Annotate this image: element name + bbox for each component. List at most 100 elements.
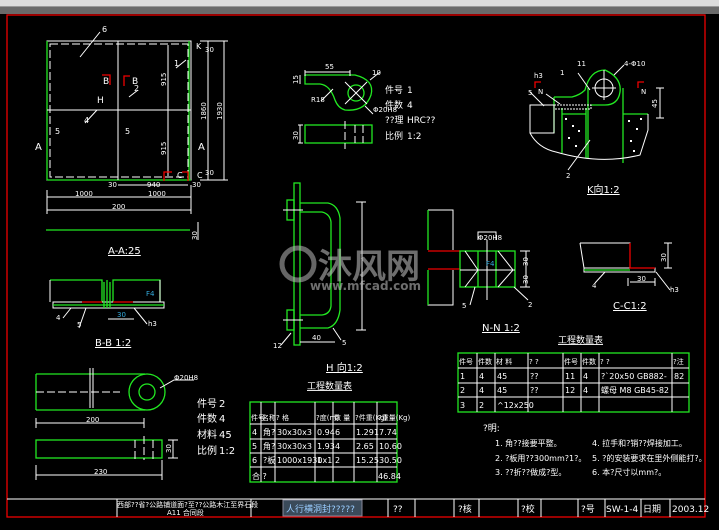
table-cell: 10.60 — [379, 442, 402, 451]
bb-label: F4 — [146, 290, 155, 298]
note-item: 5. ?的安装要求在里外侧能打?。 — [592, 453, 707, 463]
part1-dim: 15 — [292, 75, 300, 84]
dim-1000: 1000 — [148, 190, 166, 198]
table-cell: ?? — [530, 386, 539, 395]
part2-spec: 件号 2 件数 4 材料 45 比例 1:2 — [197, 398, 235, 457]
part1-dim: 30 — [292, 131, 300, 140]
table-cell: 3 — [460, 401, 465, 410]
table-header: ? ? — [600, 358, 610, 366]
table-cell: 6 — [335, 428, 340, 437]
plan-label: 1 — [174, 59, 179, 68]
table-cell: 15.25 — [356, 456, 379, 465]
part2-hole-label: Φ20H8 — [174, 374, 198, 382]
k-label: 4-Φ10 — [624, 60, 645, 68]
svg-text:4: 4 — [219, 414, 225, 425]
notes-title: ?明: — [483, 423, 500, 434]
plan-label: A — [198, 142, 205, 153]
dim-1930: 1930 — [216, 102, 224, 120]
table-cell: 1 — [460, 372, 465, 381]
svg-text:45: 45 — [219, 430, 232, 441]
h-label: 12 — [273, 342, 282, 350]
part2-dim: 200 — [86, 416, 99, 424]
table-header: 名称 — [262, 413, 276, 422]
cad-drawing-canvas[interactable]: 6 1 2 4 5 5 H B B A A C C K 915 915 1860… — [0, 0, 719, 530]
svg-text:??理: ??理 — [385, 115, 404, 126]
project-name: 西部??省?公路铺道面?至??公路木江至界石段 — [117, 500, 258, 509]
dim-30: 30 — [108, 181, 117, 189]
svg-text:2: 2 — [219, 399, 225, 410]
table-cell: 角? — [263, 441, 275, 451]
contract-section: A11 合同段 — [167, 508, 204, 517]
plan-label: 4 — [84, 116, 89, 125]
table-cell: 角? — [263, 427, 275, 437]
table-cell: ?? — [530, 372, 539, 381]
part1-drawing — [298, 70, 381, 149]
table-total-value: 46.84 — [378, 472, 401, 481]
date-value: 2003.12 — [672, 505, 709, 515]
table-cell: 4 — [479, 386, 484, 395]
nn-dim: 30 — [522, 275, 530, 284]
plan-title: A-A:25 — [108, 246, 141, 257]
k-label: 11 — [577, 60, 586, 68]
table-cell: ?板 — [263, 455, 275, 465]
table-header: 数 量 — [334, 413, 350, 422]
h-label: 40 — [312, 334, 321, 342]
plan-label: C — [197, 171, 203, 180]
table1: 件号名称? 格 ?度(m)数 量 ?件重(Kg)?重量(Kg)4 角? 30x30x3 0… — [249, 401, 410, 483]
table-total-label: 合 ? — [252, 471, 267, 481]
part2-drawing — [35, 368, 194, 480]
table-cell: 1000x1930x1 — [277, 456, 332, 465]
plan-label: C — [177, 171, 183, 180]
title-cell: ?校 — [521, 503, 535, 515]
k-label: 2 — [566, 172, 570, 180]
drawing-name[interactable]: 人行横洞封????? — [286, 503, 355, 515]
note-item: 2. ?板用??300mm?1?。 — [495, 453, 586, 463]
svg-text:比例: 比例 — [197, 444, 217, 457]
svg-text:www.mfcad.com: www.mfcad.com — [310, 279, 421, 293]
table-cell: 4 — [583, 386, 588, 395]
dim-bar: 30 — [191, 231, 199, 240]
table-cell: 4 — [335, 442, 340, 451]
k-label: N — [538, 88, 543, 96]
table1-title: 工程数量表 — [307, 380, 352, 392]
table-header: ?重量(Kg) — [378, 414, 410, 422]
nn-dim: 30 — [522, 257, 530, 266]
part2-dim: 230 — [94, 468, 107, 476]
table-header: ?注 — [673, 357, 684, 366]
table2: 件号 件数材 料? ? 件号 件数? ? ?注1 4 45?? 11 4 ?`20x50 GB88… — [457, 352, 690, 413]
table-header: 件数 — [478, 357, 492, 366]
part1-dim: 55 — [325, 63, 334, 71]
note-item: 6. 本?尺寸以mm?。 — [592, 467, 666, 477]
table-cell: 2.65 — [356, 442, 374, 451]
table-cell: 7.74 — [379, 428, 397, 437]
bb-label: 30 — [117, 311, 126, 319]
note-item: 3. ??折??做成?型。 — [495, 467, 566, 477]
dim-915: 915 — [160, 73, 168, 86]
part2-dim: 30 — [165, 444, 173, 453]
table-cell: 12 — [565, 386, 575, 395]
svg-text:件数: 件数 — [385, 99, 403, 111]
title-cell: ?号 — [581, 504, 595, 515]
table-cell: 30.50 — [379, 456, 402, 465]
nn-mark: F4 — [486, 260, 495, 268]
svg-text:HRC??: HRC?? — [407, 116, 436, 126]
title-block — [7, 498, 705, 517]
k-view — [529, 64, 664, 171]
plan-label: 5 — [125, 127, 130, 136]
svg-text:件号: 件号 — [197, 398, 217, 410]
table-header: 件号 — [564, 357, 578, 366]
h-view-title: H 向1:2 — [326, 361, 363, 374]
table2-title: 工程数量表 — [558, 334, 603, 346]
nn-hole: Φ20H8 — [478, 234, 502, 242]
table-cell: 82 — [674, 372, 684, 381]
table-cell: 4 — [479, 372, 484, 381]
svg-text:比例: 比例 — [385, 130, 403, 142]
table-cell: 1.291 — [356, 428, 379, 437]
k-label: h3 — [534, 72, 543, 80]
drawing-number: SW-1-4 — [606, 505, 638, 515]
table-cell: 45 — [497, 372, 507, 381]
dim-940: 940 — [147, 181, 160, 189]
table-cell: 6 — [252, 456, 257, 465]
plan-label: A — [35, 142, 42, 153]
svg-text:件数: 件数 — [197, 412, 217, 425]
